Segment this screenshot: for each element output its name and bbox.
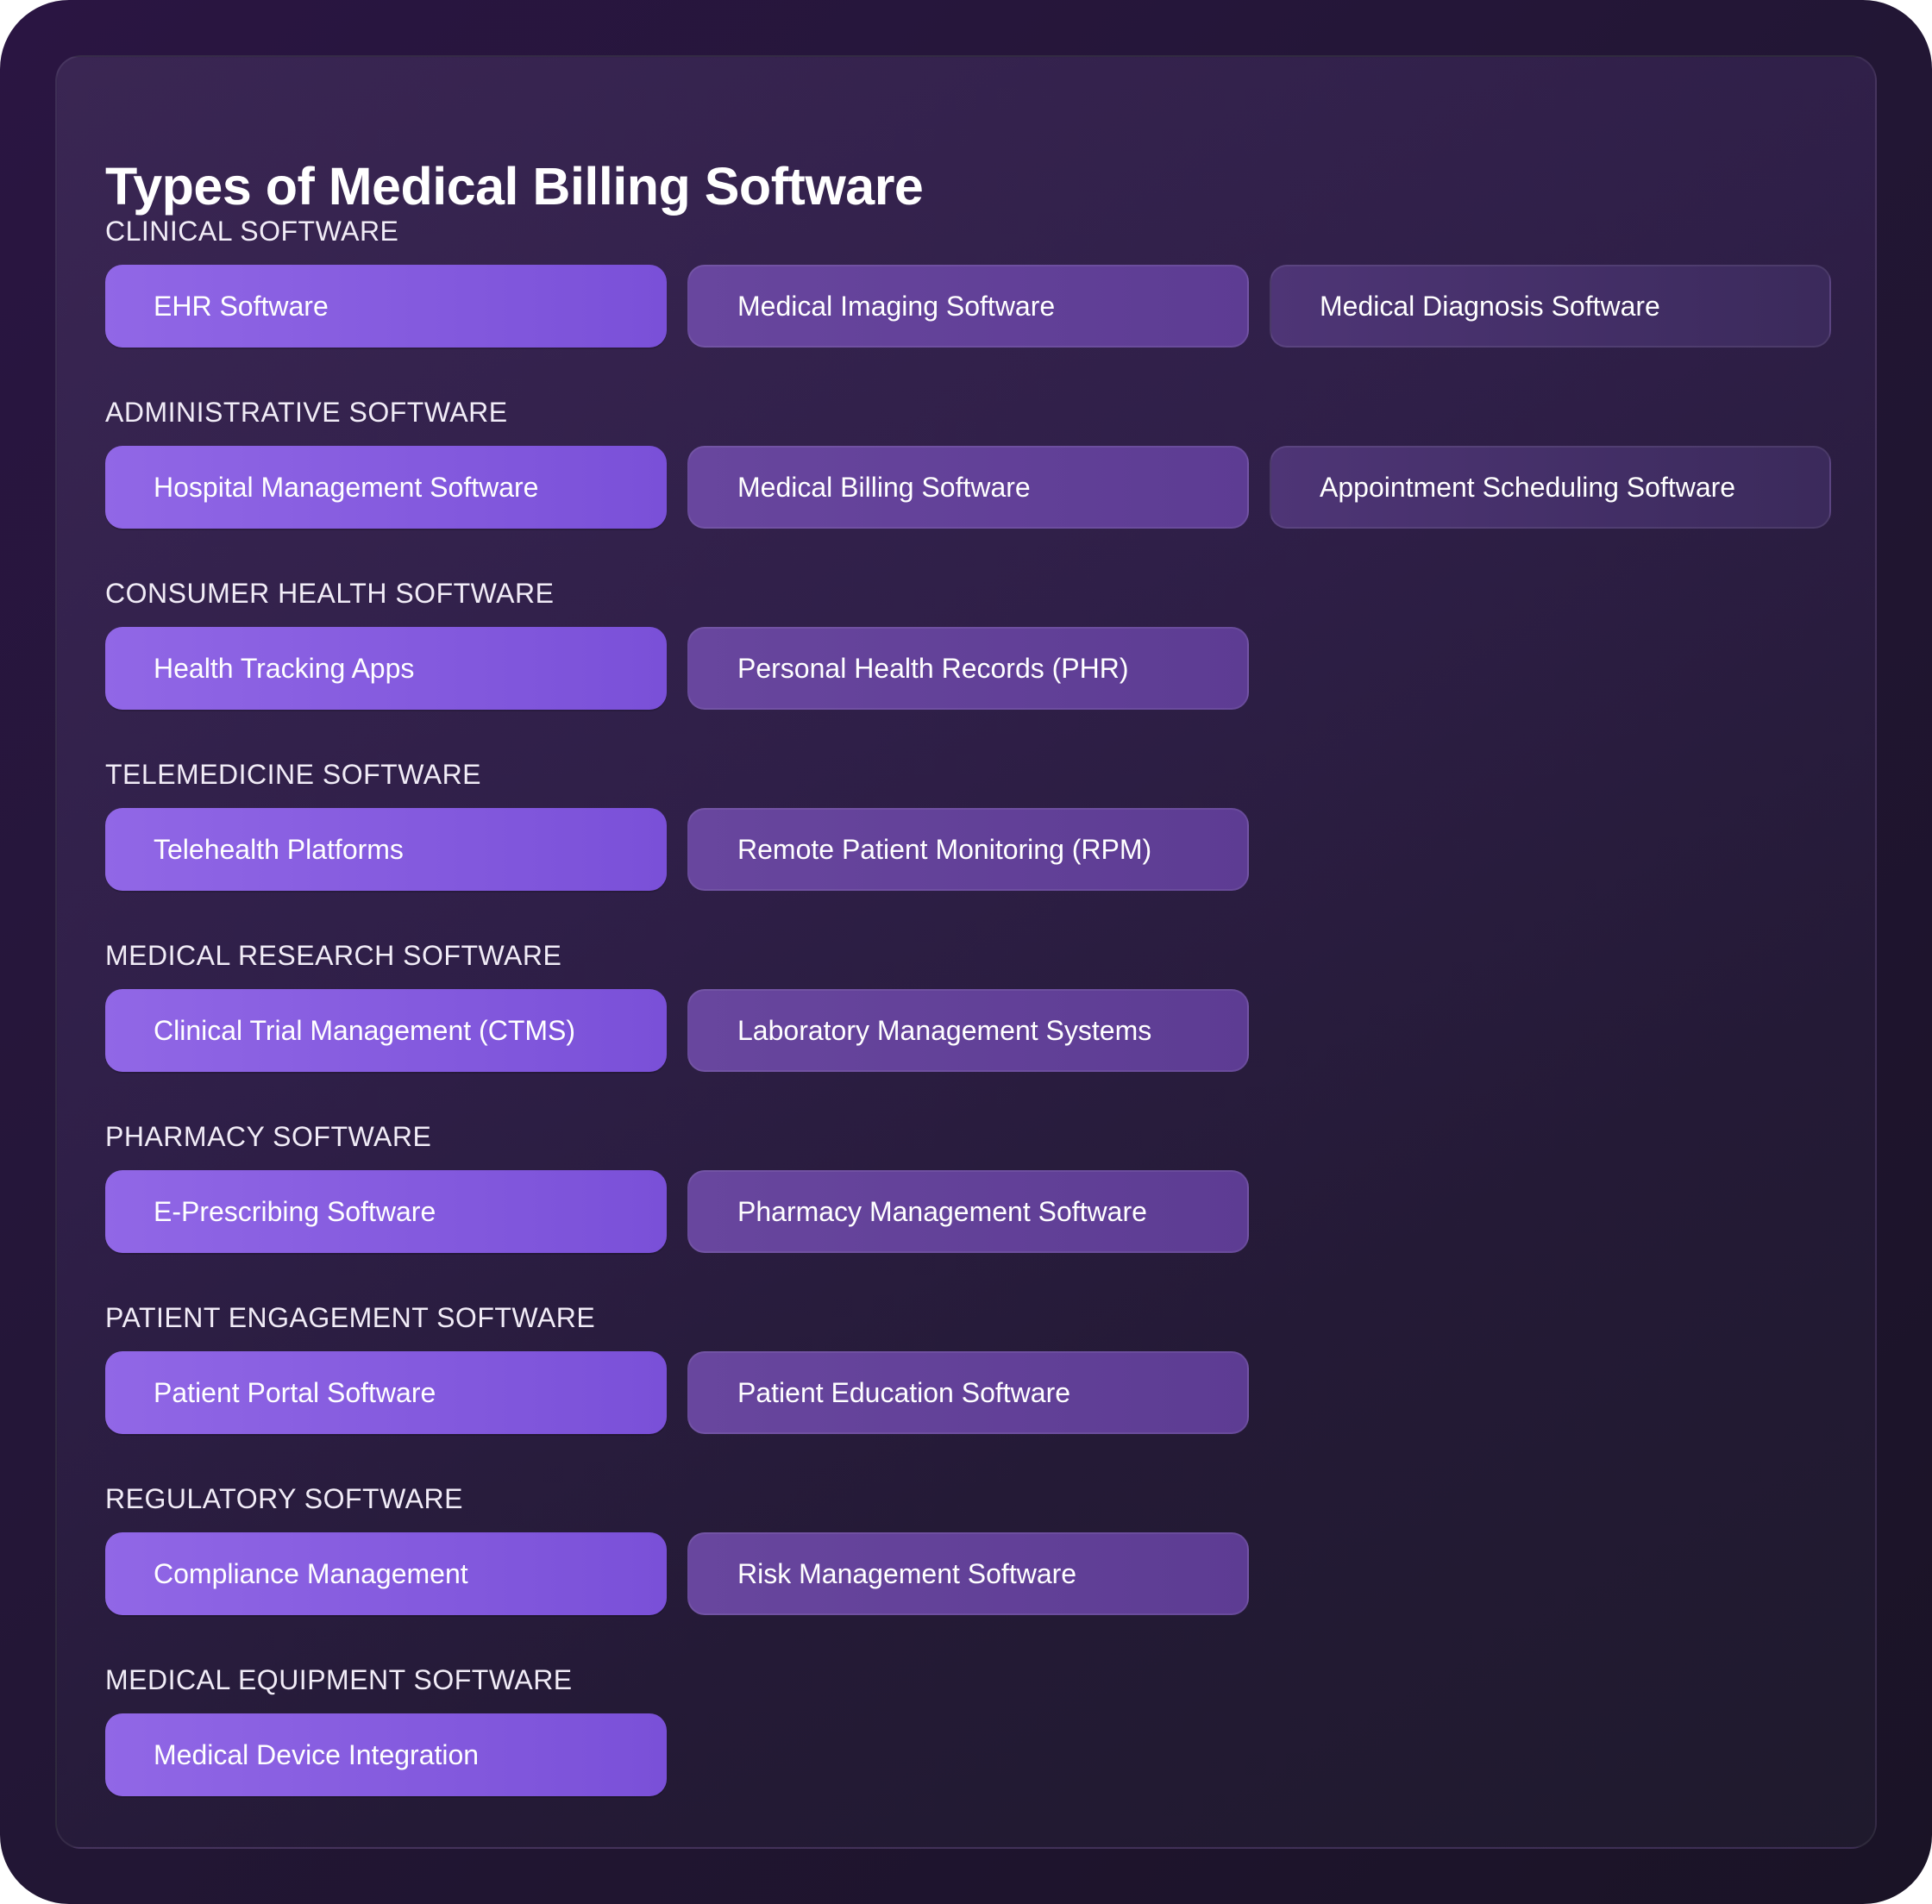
section-label: CLINICAL SOFTWARE [105, 216, 399, 247]
section-administrative: ADMINISTRATIVE SOFTWARE Hospital Managem… [105, 395, 1831, 529]
section-medical-research: MEDICAL RESEARCH SOFTWARE Clinical Trial… [105, 938, 1830, 1072]
section-regulatory: REGULATORY SOFTWARE Compliance Managemen… [105, 1481, 1830, 1615]
section-label: TELEMEDICINE SOFTWARE [105, 759, 482, 790]
item-personal-health-records[interactable]: Personal Health Records (PHR) [687, 627, 1249, 710]
pill-row: Health Tracking Apps Personal Health Rec… [105, 627, 1830, 710]
pill-row: Clinical Trial Management (CTMS) Laborat… [105, 989, 1830, 1072]
item-patient-portal-software[interactable]: Patient Portal Software [105, 1351, 667, 1434]
item-telehealth-platforms[interactable]: Telehealth Platforms [105, 808, 667, 891]
item-risk-management-software[interactable]: Risk Management Software [687, 1532, 1249, 1615]
section-clinical: CLINICAL SOFTWARE EHR Software Medical I… [105, 214, 1831, 348]
section-label: MEDICAL EQUIPMENT SOFTWARE [105, 1664, 573, 1695]
item-patient-education-software[interactable]: Patient Education Software [687, 1351, 1249, 1434]
frame: Types of Medical Billing Software CLINIC… [0, 0, 1932, 1904]
item-compliance-management[interactable]: Compliance Management [105, 1532, 667, 1615]
section-pharmacy: PHARMACY SOFTWARE E-Prescribing Software… [105, 1119, 1830, 1253]
section-label: REGULATORY SOFTWARE [105, 1483, 463, 1514]
section-label: MEDICAL RESEARCH SOFTWARE [105, 940, 562, 971]
item-ehr-software[interactable]: EHR Software [105, 265, 667, 348]
item-remote-patient-monitoring[interactable]: Remote Patient Monitoring (RPM) [687, 808, 1249, 891]
section-label: CONSUMER HEALTH SOFTWARE [105, 578, 555, 609]
pill-row: Compliance Management Risk Management So… [105, 1532, 1830, 1615]
pill-row: Medical Device Integration [105, 1713, 1830, 1796]
pill-row: Patient Portal Software Patient Educatio… [105, 1351, 1830, 1434]
item-hospital-management-software[interactable]: Hospital Management Software [105, 446, 667, 529]
pill-row: EHR Software Medical Imaging Software Me… [105, 265, 1831, 348]
section-consumer-health: CONSUMER HEALTH SOFTWARE Health Tracking… [105, 576, 1830, 710]
section-telemedicine: TELEMEDICINE SOFTWARE Telehealth Platfor… [105, 757, 1830, 891]
section-label: PHARMACY SOFTWARE [105, 1121, 432, 1152]
pill-row: E-Prescribing Software Pharmacy Manageme… [105, 1170, 1830, 1253]
page-title: Types of Medical Billing Software [105, 157, 924, 216]
section-label: ADMINISTRATIVE SOFTWARE [105, 397, 508, 428]
item-clinical-trial-management[interactable]: Clinical Trial Management (CTMS) [105, 989, 667, 1072]
item-laboratory-management-systems[interactable]: Laboratory Management Systems [687, 989, 1249, 1072]
item-health-tracking-apps[interactable]: Health Tracking Apps [105, 627, 667, 710]
item-medical-imaging-software[interactable]: Medical Imaging Software [687, 265, 1249, 348]
pill-row: Hospital Management Software Medical Bil… [105, 446, 1831, 529]
section-label: PATIENT ENGAGEMENT SOFTWARE [105, 1302, 596, 1333]
item-medical-diagnosis-software[interactable]: Medical Diagnosis Software [1270, 265, 1831, 348]
item-e-prescribing-software[interactable]: E-Prescribing Software [105, 1170, 667, 1253]
section-patient-engagement: PATIENT ENGAGEMENT SOFTWARE Patient Port… [105, 1300, 1830, 1434]
item-appointment-scheduling-software[interactable]: Appointment Scheduling Software [1270, 446, 1831, 529]
pill-row: Telehealth Platforms Remote Patient Moni… [105, 808, 1830, 891]
item-pharmacy-management-software[interactable]: Pharmacy Management Software [687, 1170, 1249, 1253]
item-medical-device-integration[interactable]: Medical Device Integration [105, 1713, 667, 1796]
item-medical-billing-software[interactable]: Medical Billing Software [687, 446, 1249, 529]
section-medical-equipment: MEDICAL EQUIPMENT SOFTWARE Medical Devic… [105, 1663, 1830, 1796]
software-types-card: Types of Medical Billing Software CLINIC… [55, 55, 1877, 1849]
